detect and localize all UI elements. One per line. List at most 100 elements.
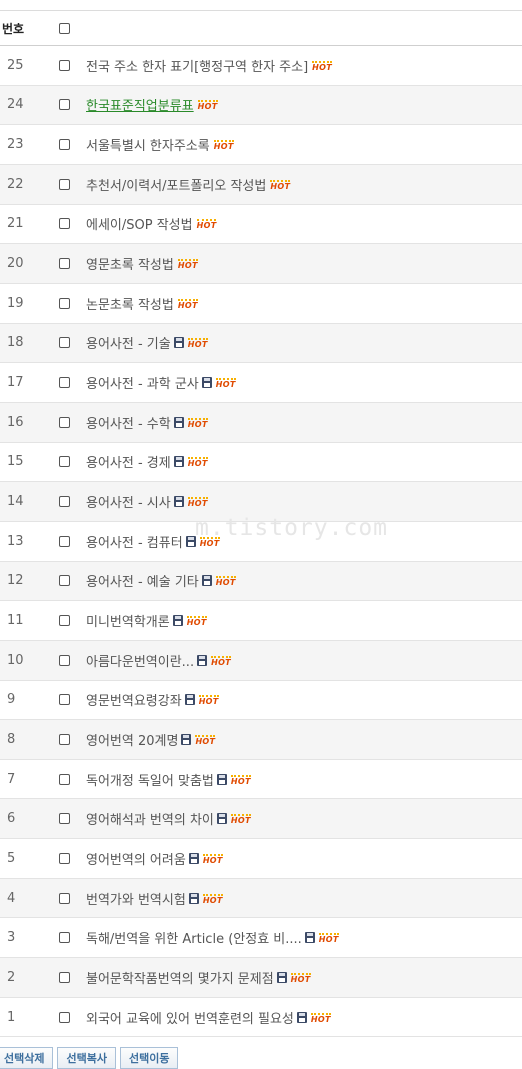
row-checkbox[interactable] xyxy=(58,337,70,349)
table-row: 12 용어사전 - 예술 기타 HOT xyxy=(0,561,522,602)
post-title-link[interactable]: 아름다운번역이란... xyxy=(86,651,194,670)
post-number: 22 xyxy=(7,176,24,192)
post-title-link[interactable]: 외국어 교육에 있어 번역훈련의 필요성 xyxy=(86,1008,294,1027)
post-number: 16 xyxy=(7,414,24,430)
row-checkbox[interactable] xyxy=(58,297,70,309)
row-checkbox[interactable] xyxy=(58,59,70,71)
hot-badge-icon: HOT xyxy=(310,1012,331,1024)
row-checkbox[interactable] xyxy=(58,416,70,428)
action-bar: 선택삭제 선택복사 선택이동 xyxy=(0,1037,522,1069)
table-row: 13 용어사전 - 컴퓨터 HOT xyxy=(0,522,522,562)
hot-badge-icon: HOT xyxy=(213,140,234,152)
row-checkbox[interactable] xyxy=(58,377,70,389)
table-row: 6 영어해석과 번역의 차이 HOT xyxy=(0,799,522,840)
row-checkbox[interactable] xyxy=(58,694,70,706)
attachment-disk-icon xyxy=(201,575,212,587)
attachment-disk-icon xyxy=(181,733,192,745)
table-row: 18 용어사전 - 기술 HOT xyxy=(0,323,522,364)
hot-badge-icon: HOT xyxy=(187,417,208,429)
post-title-link[interactable]: 용어사전 - 경제 xyxy=(86,452,171,471)
hot-badge-icon: HOT xyxy=(196,219,217,231)
post-number: 5 xyxy=(7,850,16,866)
post-title-link[interactable]: 논문초록 작성법 xyxy=(86,294,174,313)
table-row: 15 용어사전 - 경제 HOT xyxy=(0,443,522,483)
row-checkbox[interactable] xyxy=(58,932,70,944)
table-row: 14 용어사전 - 시사 HOT xyxy=(0,482,522,522)
table-row: 21 에세이/SOP 작성법 HOT xyxy=(0,205,522,245)
attachment-disk-icon xyxy=(185,535,196,547)
hot-badge-icon: HOT xyxy=(230,814,251,826)
row-checkbox[interactable] xyxy=(58,813,70,825)
post-title-link[interactable]: 용어사전 - 과학 군사 xyxy=(86,373,199,392)
post-title-link[interactable]: 영어번역의 어려움 xyxy=(86,849,186,868)
post-title-link[interactable]: 불어문학작품번역의 몇가지 문제점 xyxy=(86,968,274,987)
attachment-disk-icon xyxy=(173,337,184,349)
attachment-disk-icon xyxy=(304,932,315,944)
row-checkbox[interactable] xyxy=(58,971,70,983)
hot-badge-icon: HOT xyxy=(211,655,231,667)
hot-badge-icon: HOT xyxy=(199,536,220,548)
row-checkbox[interactable] xyxy=(58,1011,70,1023)
row-checkbox[interactable] xyxy=(58,218,70,230)
post-title-link[interactable]: 미니번역학개론 xyxy=(86,611,170,630)
row-checkbox[interactable] xyxy=(58,615,70,627)
post-title-link[interactable]: 전국 주소 한자 표기[행정구역 한자 주소] xyxy=(86,56,308,75)
delete-selected-button[interactable]: 선택삭제 xyxy=(0,1047,54,1069)
post-title-link[interactable]: 서울특별시 한자주소록 xyxy=(86,135,210,154)
post-title-link[interactable]: 용어사전 - 수학 xyxy=(86,413,171,432)
post-title-link[interactable]: 영어해석과 번역의 차이 xyxy=(86,809,214,828)
table-row: 8 영어번역 20계명 HOT xyxy=(0,720,522,760)
copy-selected-button[interactable]: 선택복사 xyxy=(57,1047,116,1069)
hot-badge-icon: HOT xyxy=(197,100,218,112)
table-row: 16 용어사전 - 수학 HOT xyxy=(0,402,522,443)
table-row: 23 서울특별시 한자주소록 HOT xyxy=(0,125,522,165)
table-row: 1 외국어 교육에 있어 번역훈련의 필요성 HOT xyxy=(0,998,522,1038)
post-number: 24 xyxy=(7,97,24,113)
post-title-link[interactable]: 독해/번역을 위한 Article (안정효 비.... xyxy=(86,928,302,947)
hot-badge-icon: HOT xyxy=(187,457,208,469)
row-checkbox[interactable] xyxy=(58,456,70,468)
post-number: 8 xyxy=(7,731,16,747)
row-checkbox[interactable] xyxy=(58,258,70,270)
hot-badge-icon: HOT xyxy=(270,179,291,191)
hot-badge-icon: HOT xyxy=(177,298,198,310)
table-row: 24 한국표준직업분류표 HOT xyxy=(0,85,522,126)
row-checkbox[interactable] xyxy=(58,178,70,190)
post-title-link[interactable]: 용어사전 - 기술 xyxy=(86,333,171,352)
post-title-link[interactable]: 번역가와 번역시험 xyxy=(86,889,186,908)
post-title-link[interactable]: 영어번역 20계명 xyxy=(86,730,178,749)
row-checkbox[interactable] xyxy=(58,139,70,151)
post-number: 11 xyxy=(7,613,24,629)
select-all-checkbox[interactable] xyxy=(58,22,70,34)
post-number: 14 xyxy=(7,494,24,510)
post-title-link[interactable]: 에세이/SOP 작성법 xyxy=(86,214,193,233)
row-checkbox[interactable] xyxy=(58,654,70,666)
row-checkbox[interactable] xyxy=(58,99,70,111)
attachment-disk-icon xyxy=(216,773,227,785)
row-checkbox[interactable] xyxy=(58,733,70,745)
row-checkbox[interactable] xyxy=(58,496,70,508)
post-title-link[interactable]: 용어사전 - 시사 xyxy=(86,492,171,511)
post-board: 번호 25 전국 주소 한자 표기[행정구역 한자 주소] HOT 24 한국표준직업분… xyxy=(0,0,522,1069)
row-checkbox[interactable] xyxy=(58,773,70,785)
post-number: 25 xyxy=(7,57,24,73)
attachment-disk-icon xyxy=(216,813,227,825)
post-title-link[interactable]: 영문번역요령강좌 xyxy=(86,690,182,709)
post-title-link[interactable]: 추천서/이력서/포트폴리오 작성법 xyxy=(86,175,266,194)
post-title-link[interactable]: 한국표준직업분류표 xyxy=(86,95,194,114)
hot-badge-icon: HOT xyxy=(186,616,207,628)
row-checkbox[interactable] xyxy=(58,852,70,864)
number-column-header: 번호 xyxy=(2,21,25,36)
row-checkbox[interactable] xyxy=(58,575,70,587)
row-checkbox[interactable] xyxy=(58,535,70,547)
post-number: 17 xyxy=(7,375,24,391)
post-title-link[interactable]: 용어사전 - 컴퓨터 xyxy=(86,532,183,551)
move-selected-button[interactable]: 선택이동 xyxy=(119,1047,179,1069)
post-number: 3 xyxy=(7,930,16,946)
hot-badge-icon: HOT xyxy=(215,378,236,390)
post-title-link[interactable]: 영문초록 작성법 xyxy=(86,254,174,273)
post-title-link[interactable]: 용어사전 - 예술 기타 xyxy=(86,571,199,590)
post-title-link[interactable]: 독어개정 독일어 맞춤법 xyxy=(86,770,214,789)
row-checkbox[interactable] xyxy=(58,892,70,904)
post-number: 2 xyxy=(7,969,16,985)
